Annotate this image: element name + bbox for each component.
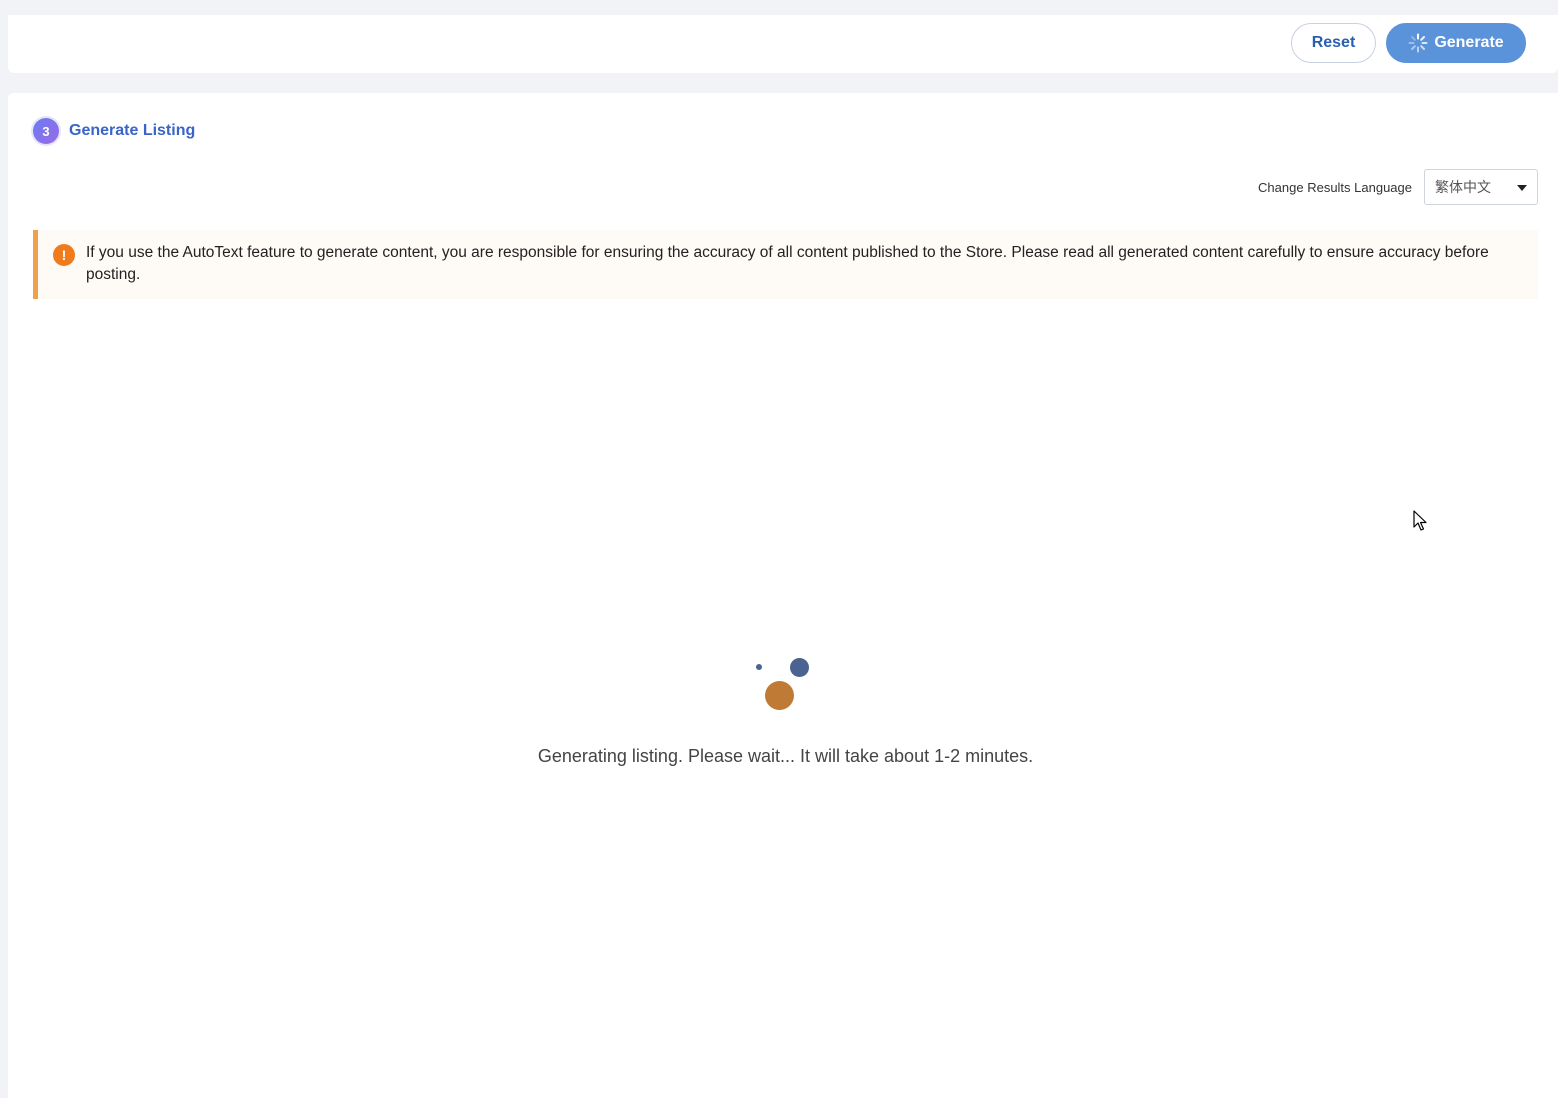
generate-listing-panel: 3 Generate Listing Change Results Langua… (8, 93, 1558, 1098)
loader-dot-blue (790, 658, 809, 677)
language-select-value: 繁体中文 (1435, 180, 1491, 196)
generate-button-label: Generate (1434, 34, 1504, 51)
language-select[interactable]: 繁体中文 (1424, 169, 1538, 205)
loading-spinner (753, 656, 813, 716)
loader-dot-orange (765, 681, 794, 710)
loader-dot-small (756, 664, 762, 670)
caret-down-icon (1517, 185, 1527, 191)
reset-button-label: Reset (1311, 34, 1356, 51)
language-selector-row: Change Results Language 繁体中文 (1258, 169, 1538, 205)
spinner-icon (1408, 33, 1428, 53)
action-bar: Reset Generate (8, 15, 1558, 73)
mouse-cursor-icon (1413, 510, 1429, 532)
exclamation-circle-icon: ! (53, 244, 75, 266)
step-header: 3 Generate Listing (33, 118, 195, 144)
generate-button[interactable]: Generate (1386, 23, 1526, 63)
loading-message: Generating listing. Please wait... It wi… (537, 746, 1034, 766)
reset-button[interactable]: Reset (1291, 23, 1376, 63)
warning-banner: ! If you use the AutoText feature to gen… (33, 230, 1538, 299)
language-label: Change Results Language (1258, 179, 1412, 195)
warning-text: If you use the AutoText feature to gener… (86, 244, 1489, 283)
step-number-badge: 3 (33, 118, 59, 144)
step-title: Generate Listing (69, 122, 196, 139)
